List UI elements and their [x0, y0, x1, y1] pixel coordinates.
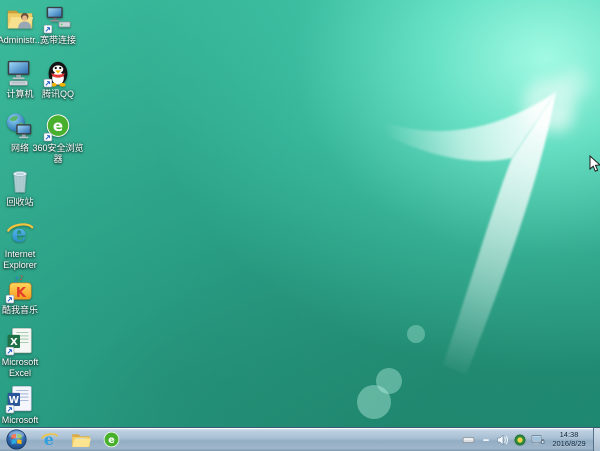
- windows-orb-icon: [6, 429, 27, 450]
- desktop-icon-label: 腾讯QQ: [41, 89, 74, 99]
- desktop-icon-excel[interactable]: X Microsoft Excel: [0, 326, 48, 378]
- clock-date: 2016/8/29: [552, 438, 586, 448]
- taskbar-clock[interactable]: 14:38 2016/8/29: [547, 430, 591, 448]
- start-button[interactable]: [3, 428, 30, 451]
- desktop-icon-360-browser[interactable]: e 360安全浏览器: [30, 112, 86, 164]
- desktop-icon-label: 宽带连接: [39, 35, 76, 45]
- desktop-icon-broadband[interactable]: 宽带连接: [30, 4, 86, 46]
- desktop-icon-kuwo-music[interactable]: K ♪ ♪ 酷我音乐: [0, 274, 48, 316]
- excel-icon: X: [5, 326, 35, 356]
- svg-text:X: X: [10, 337, 18, 348]
- windows7-desktop: Administr... 宽带连接 计算机 腾讯QQ 网络 e 360安全浏览器…: [0, 0, 600, 451]
- desktop-icon-label: Microsoft Excel: [1, 357, 39, 378]
- internet-explorer-icon: e: [5, 218, 35, 248]
- svg-text:e: e: [53, 117, 63, 135]
- svg-text:W: W: [9, 395, 20, 406]
- desktop-icon-internet-explorer[interactable]: e Internet Explorer: [0, 218, 48, 270]
- hidden-icons-icon: [462, 436, 475, 443]
- language-bar-button[interactable]: [480, 428, 492, 451]
- svg-text:e: e: [11, 218, 27, 247]
- taskbar-internet-explorer[interactable]: e: [36, 428, 63, 451]
- taskbar: e e 14:38 2016/8/29: [0, 427, 600, 451]
- show-desktop-button[interactable]: [593, 428, 600, 451]
- kuwo-music-icon: K ♪ ♪: [5, 274, 35, 304]
- windows7-swoosh-graphic: [357, 68, 589, 419]
- broadband-connection-icon: [43, 4, 73, 34]
- 360-safety-icon: [514, 434, 526, 445]
- desktop-icon-label: Internet Explorer: [3, 249, 37, 270]
- svg-text:♪: ♪: [19, 274, 23, 282]
- speaker-icon: [497, 434, 508, 445]
- internet-explorer-icon: e: [41, 431, 58, 449]
- network-tray-button[interactable]: [529, 428, 547, 451]
- network-status-icon: [531, 434, 545, 444]
- system-tray: 14:38 2016/8/29: [460, 428, 600, 451]
- svg-text:e: e: [108, 435, 114, 446]
- 360-browser-icon: e: [43, 112, 73, 142]
- taskbar-360-browser[interactable]: e: [98, 428, 125, 451]
- desktop-icon-label: 回收站: [6, 197, 34, 207]
- desktop-icon-label: 酷我音乐: [1, 305, 38, 315]
- folder-icon: [71, 433, 91, 447]
- desktop-icon-label: 360安全浏览器: [32, 143, 84, 164]
- language-bar-icon: [483, 438, 489, 441]
- taskbar-windows-explorer[interactable]: [67, 428, 94, 451]
- desktop-icon-qq[interactable]: 腾讯QQ: [30, 58, 86, 100]
- volume-button[interactable]: [494, 428, 511, 451]
- desktop-wallpaper: [0, 0, 600, 451]
- taskbar-pinned-area: e e: [0, 428, 125, 451]
- qq-penguin-icon: [43, 58, 73, 88]
- desktop-icon-recycle-bin[interactable]: 回收站: [0, 166, 48, 208]
- word-icon: W: [5, 384, 35, 414]
- svg-text:K: K: [16, 286, 27, 301]
- svg-text:♪: ♪: [13, 274, 18, 284]
- recycle-bin-icon: [5, 166, 35, 196]
- 360-browser-icon: e: [103, 431, 120, 448]
- hidden-icons-button[interactable]: [460, 428, 477, 451]
- 360-safety-tray-button[interactable]: [512, 428, 528, 451]
